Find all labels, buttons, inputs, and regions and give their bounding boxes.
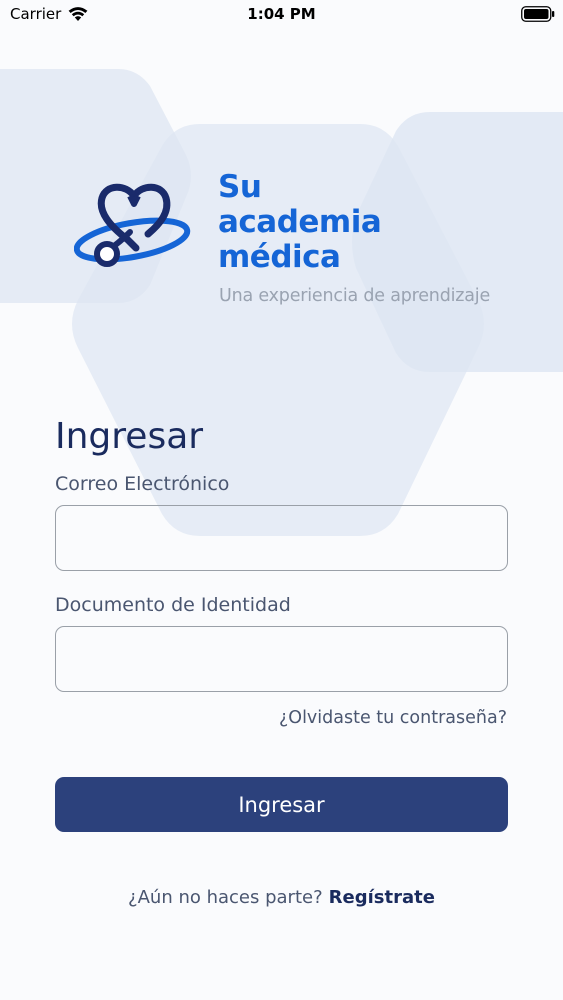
login-button[interactable]: Ingresar	[55, 777, 508, 832]
stethoscope-heart-logo	[74, 183, 191, 267]
brand-tagline: Una experiencia de aprendizaje	[219, 286, 491, 306]
brand-line-2: academia	[218, 204, 382, 240]
page-title: Ingresar	[55, 416, 204, 457]
brand-wordmark: Su academia médica	[218, 169, 382, 275]
signup-link[interactable]: Regístrate	[329, 887, 435, 908]
signup-prompt: ¿Aún no haces parte?	[128, 887, 323, 908]
status-bar: Carrier 1:04 PM	[0, 0, 563, 30]
battery-icon	[521, 6, 555, 22]
forgot-password-link[interactable]: ¿Olvidaste tu contraseña?	[279, 708, 507, 728]
status-time: 1:04 PM	[247, 5, 316, 23]
signup-row: ¿Aún no haces parte? Regístrate	[0, 887, 563, 908]
email-field[interactable]	[55, 505, 508, 571]
brand-line-3: médica	[218, 239, 341, 275]
background-hexagons	[0, 69, 563, 536]
document-label: Documento de Identidad	[55, 594, 291, 616]
document-field[interactable]	[55, 626, 508, 692]
brand-line-1: Su	[218, 169, 262, 205]
email-label: Correo Electrónico	[55, 473, 230, 495]
